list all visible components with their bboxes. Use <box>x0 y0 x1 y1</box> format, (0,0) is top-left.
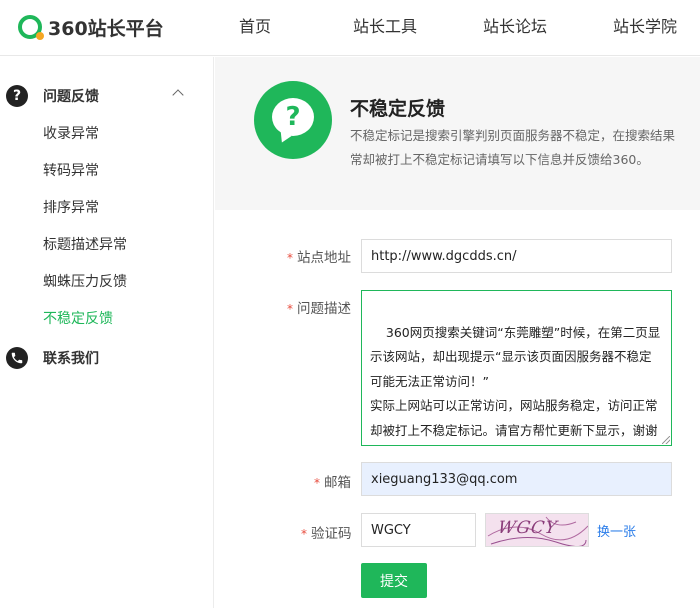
page-title: 不稳定反馈 <box>350 98 446 120</box>
sidebar-group-label: 问题反馈 <box>43 89 99 105</box>
main-nav: 首页 站长工具 站长论坛 站长学院 <box>190 0 700 56</box>
captcha-input[interactable] <box>361 513 476 547</box>
question-circle-icon: ? <box>6 85 28 107</box>
sidebar-item-transcode-abnormal[interactable]: 转码异常 <box>0 153 213 190</box>
nav-academy[interactable]: 站长学院 <box>580 0 700 56</box>
email-label: * 邮箱 <box>314 475 351 491</box>
captcha-label: * 验证码 <box>301 526 352 542</box>
sidebar-item-ranking-abnormal[interactable]: 排序异常 <box>0 190 213 227</box>
feedback-header: ? 不稳定反馈 不稳定标记是搜索引擎判别页面服务器不稳定，在搜索结果 常却被打上… <box>215 57 700 210</box>
captcha-refresh-link[interactable]: 换一张 <box>597 521 636 540</box>
sidebar-item-spider-pressure[interactable]: 蜘蛛压力反馈 <box>0 264 213 301</box>
sidebar-item-title-desc-abnormal[interactable]: 标题描述异常 <box>0 227 213 264</box>
top-navbar: 360站长平台 首页 站长工具 站长论坛 站长学院 <box>0 0 700 56</box>
problem-desc-label: * 问题描述 <box>287 301 351 317</box>
brand-name: 360站长平台 <box>48 17 164 40</box>
nav-tools[interactable]: 站长工具 <box>320 0 450 56</box>
problem-desc-textarea[interactable]: 360网页搜索关键词“东莞雕塑”时候，在第二页显示该网站，却出现提示“显示该页面… <box>361 290 672 446</box>
captcha-image[interactable]: WGCY <box>485 513 589 547</box>
sidebar-group-label: 联系我们 <box>43 351 99 367</box>
sidebar-item-index-abnormal[interactable]: 收录异常 <box>0 116 213 153</box>
nav-forum[interactable]: 站长论坛 <box>450 0 580 56</box>
page-description: 不稳定标记是搜索引擎判别页面服务器不稳定，在搜索结果 常却被打上不稳定标记请填写… <box>350 128 676 167</box>
main-content: ? 不稳定反馈 不稳定标记是搜索引擎判别页面服务器不稳定，在搜索结果 常却被打上… <box>215 57 700 608</box>
brand-logo[interactable]: 360站长平台 <box>18 12 164 42</box>
sidebar-group-feedback[interactable]: ? 问题反馈 <box>0 76 213 116</box>
sidebar-item-unstable-feedback[interactable]: 不稳定反馈 <box>0 301 213 338</box>
sidebar-group-contact[interactable]: 联系我们 <box>0 338 213 378</box>
logo-ring-icon <box>18 15 44 40</box>
resize-handle-icon[interactable] <box>662 436 670 444</box>
sidebar-submenu: 收录异常 转码异常 排序异常 标题描述异常 蜘蛛压力反馈 不稳定反馈 <box>0 116 213 338</box>
question-bubble-icon: ? <box>254 81 332 159</box>
submit-button[interactable]: 提交 <box>361 563 427 598</box>
nav-home[interactable]: 首页 <box>190 0 320 56</box>
site-url-input[interactable] <box>361 239 672 273</box>
captcha-text: WGCY <box>496 518 560 538</box>
sidebar: ? 问题反馈 收录异常 转码异常 排序异常 标题描述异常 蜘蛛压力反馈 不稳定反… <box>0 57 214 608</box>
chevron-up-icon[interactable] <box>172 89 184 101</box>
email-input[interactable] <box>361 462 672 496</box>
phone-icon <box>6 347 28 369</box>
site-url-label: * 站点地址 <box>287 250 351 266</box>
